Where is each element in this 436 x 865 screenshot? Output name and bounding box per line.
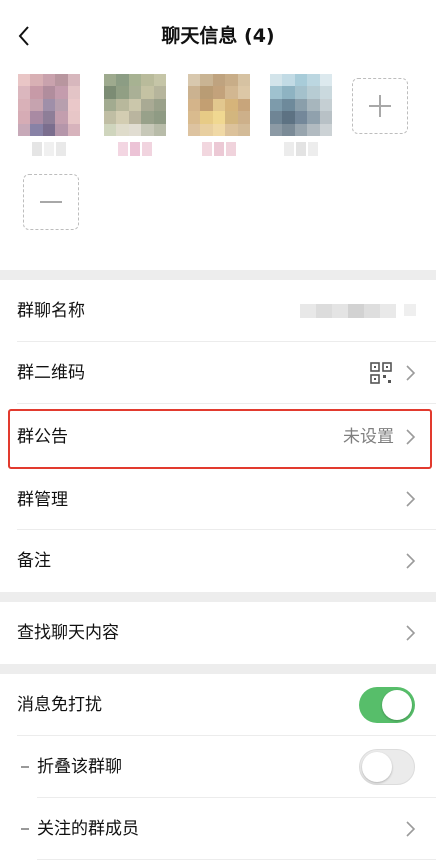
remark-row[interactable]: 备注 (0, 530, 436, 592)
member-item[interactable] (18, 74, 80, 166)
qr-code-icon (370, 362, 392, 384)
toggle-knob (362, 752, 392, 782)
manage-row[interactable]: 群管理 (0, 470, 436, 530)
fold-row: 折叠该群聊 (0, 736, 436, 798)
member-name (188, 142, 250, 166)
manage-label: 群管理 (17, 490, 68, 510)
section-divider (0, 664, 436, 674)
fold-label: 折叠该群聊 (37, 757, 122, 777)
group-name-label: 群聊名称 (17, 301, 85, 321)
mute-toggle[interactable] (359, 687, 415, 723)
mute-row: 消息免打扰 (0, 674, 436, 736)
member-avatar (18, 74, 80, 136)
remark-label: 备注 (17, 551, 51, 571)
chevron-right-icon (406, 491, 416, 507)
section-divider (0, 270, 436, 280)
toggle-knob (382, 690, 412, 720)
chevron-right-icon (406, 429, 416, 445)
member-name (104, 142, 166, 166)
qr-code-row[interactable]: 群二维码 (0, 342, 436, 404)
mute-label: 消息免打扰 (17, 695, 102, 715)
member-avatar (270, 74, 332, 136)
group-name-row[interactable]: 群聊名称 (0, 280, 436, 342)
member-item[interactable] (270, 74, 332, 166)
announcement-row[interactable]: 群公告 未设置 (0, 404, 436, 470)
add-member-button[interactable] (352, 78, 408, 134)
fold-toggle[interactable] (359, 749, 415, 785)
announcement-label: 群公告 (17, 427, 68, 447)
group-name-value (300, 304, 396, 318)
page-title: 聊天信息 (4) (161, 25, 275, 47)
watch-members-label: 关注的群成员 (37, 819, 139, 839)
member-name (18, 142, 80, 166)
member-item[interactable] (188, 74, 250, 166)
chevron-right-icon (406, 553, 416, 569)
member-name (270, 142, 332, 166)
chevron-right-icon (406, 625, 416, 641)
watch-members-row[interactable]: 关注的群成员 (0, 798, 436, 860)
announcement-value: 未设置 (343, 427, 394, 447)
qr-code-label: 群二维码 (17, 363, 85, 383)
search-history-row[interactable]: 查找聊天内容 (0, 602, 436, 664)
nav-bar: 聊天信息 (4) (0, 0, 436, 70)
sub-item-dash (21, 828, 29, 830)
chevron-right-icon (406, 365, 416, 381)
member-avatar (104, 74, 166, 136)
sub-item-dash (21, 766, 29, 768)
member-avatar (188, 74, 250, 136)
search-history-label: 查找聊天内容 (17, 623, 119, 643)
section-divider (0, 592, 436, 602)
minus-icon (40, 201, 62, 203)
chevron-right-icon (406, 821, 416, 837)
remove-member-button[interactable] (23, 174, 79, 230)
member-grid (0, 70, 436, 270)
member-item[interactable] (104, 74, 166, 166)
